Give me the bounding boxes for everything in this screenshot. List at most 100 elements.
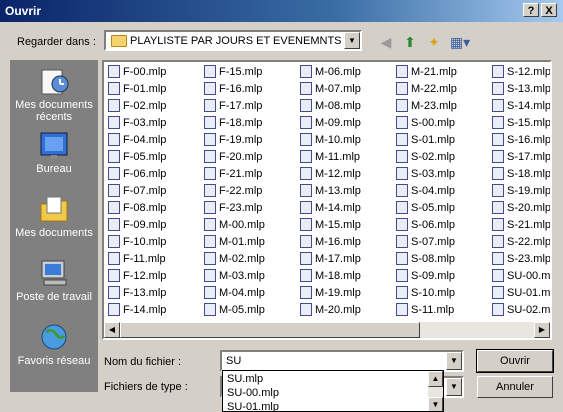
place-recent[interactable]: Mes documents récents [10,66,98,123]
chevron-down-icon[interactable]: ▼ [446,378,462,396]
cancel-button[interactable]: Annuler [477,376,553,398]
file-item[interactable]: M-04.mlp [204,285,265,301]
file-item[interactable]: M-09.mlp [300,115,361,131]
file-item[interactable]: S-23.mlp [492,251,550,267]
help-button[interactable]: ? [523,3,539,17]
file-item[interactable]: S-00.mlp [396,115,455,131]
file-item[interactable]: S-08.mlp [396,251,455,267]
filename-input[interactable]: SU ▼ [220,350,464,372]
autocomplete-item[interactable]: SU-00.mlp [227,387,279,399]
file-item[interactable]: S-02.mlp [396,149,455,165]
file-item[interactable]: M-10.mlp [300,132,361,148]
file-item[interactable]: F-05.mlp [108,149,166,165]
place-my-computer[interactable]: Poste de travail [10,258,98,303]
file-item[interactable]: F-06.mlp [108,166,166,182]
file-item[interactable]: F-11.mlp [108,251,166,267]
file-item[interactable]: M-06.mlp [300,64,361,80]
up-folder-icon[interactable]: ⬆ [400,32,420,52]
file-item[interactable]: M-18.mlp [300,268,361,284]
file-item[interactable]: M-22.mlp [396,81,457,97]
file-item[interactable]: SU-01.mlp [492,285,550,301]
scroll-down-icon[interactable]: ▼ [428,397,443,411]
file-item[interactable]: S-01.mlp [396,132,455,148]
file-item[interactable]: S-14.mlp [492,98,550,114]
file-item[interactable]: F-20.mlp [204,149,262,165]
file-item[interactable]: M-11.mlp [300,149,360,165]
file-item[interactable]: M-21.mlp [396,64,457,80]
file-item[interactable]: S-10.mlp [396,285,455,301]
file-item[interactable]: S-12.mlp [492,64,550,80]
file-item[interactable]: S-05.mlp [396,200,455,216]
file-item[interactable]: M-23.mlp [396,98,457,114]
file-item[interactable]: S-07.mlp [396,234,455,250]
file-item[interactable]: M-08.mlp [300,98,361,114]
file-item[interactable]: S-21.mlp [492,217,550,233]
scroll-right-icon[interactable]: ▶ [534,322,550,338]
file-item[interactable]: S-13.mlp [492,81,550,97]
file-item[interactable]: M-19.mlp [300,285,361,301]
file-item[interactable]: F-02.mlp [108,98,166,114]
close-button[interactable]: X [541,3,557,17]
file-item[interactable]: F-10.mlp [108,234,166,250]
file-item[interactable]: S-16.mlp [492,132,550,148]
file-item[interactable]: SU-00.mlp [492,268,550,284]
back-icon[interactable]: ◀ [376,32,396,52]
file-item[interactable]: S-18.mlp [492,166,550,182]
vertical-scrollbar[interactable]: ▲ ▼ [428,371,443,411]
views-menu-icon[interactable]: ▦▾ [448,32,472,52]
look-in-combo[interactable]: PLAYLISTE PAR JOURS ET EVENEMNTS ▼ [104,30,362,51]
file-item[interactable]: F-21.mlp [204,166,262,182]
file-list[interactable]: F-00.mlp F-01.mlp F-02.mlp F-03.mlp F-04.mlp… [102,60,552,340]
file-item[interactable]: F-19.mlp [204,132,262,148]
file-item[interactable]: M-16.mlp [300,234,361,250]
file-item[interactable]: M-07.mlp [300,81,361,97]
file-item[interactable]: M-03.mlp [204,268,265,284]
scroll-left-icon[interactable]: ◀ [104,322,120,338]
file-item[interactable]: F-13.mlp [108,285,166,301]
autocomplete-item[interactable]: SU-01.mlp [227,401,279,411]
file-item[interactable]: S-20.mlp [492,200,550,216]
place-desktop[interactable]: Bureau [10,130,98,175]
file-item[interactable]: M-13.mlp [300,183,361,199]
file-item[interactable]: S-11.mlp [396,302,454,318]
file-item[interactable]: S-03.mlp [396,166,455,182]
scroll-thumb[interactable] [120,322,420,338]
file-item[interactable]: M-01.mlp [204,234,265,250]
file-item[interactable]: SU-02.mlp [492,302,550,318]
chevron-down-icon[interactable]: ▼ [446,352,462,370]
file-item[interactable]: F-17.mlp [204,98,262,114]
horizontal-scrollbar[interactable]: ◀ ▶ [104,322,550,338]
file-item[interactable]: M-17.mlp [300,251,361,267]
file-item[interactable]: S-04.mlp [396,183,455,199]
file-item[interactable]: M-02.mlp [204,251,265,267]
file-item[interactable]: F-23.mlp [204,200,262,216]
new-folder-icon[interactable]: ✦ [424,32,444,52]
file-item[interactable]: F-03.mlp [108,115,166,131]
file-item[interactable]: M-00.mlp [204,217,265,233]
file-item[interactable]: F-09.mlp [108,217,166,233]
autocomplete-item[interactable]: SU.mlp [227,373,263,385]
file-item[interactable]: F-18.mlp [204,115,262,131]
open-button[interactable]: Ouvrir [476,349,554,373]
file-item[interactable]: F-04.mlp [108,132,166,148]
file-item[interactable]: M-05.mlp [204,302,265,318]
file-item[interactable]: F-01.mlp [108,81,166,97]
file-item[interactable]: M-14.mlp [300,200,361,216]
file-item[interactable]: S-15.mlp [492,115,550,131]
file-item[interactable]: M-15.mlp [300,217,361,233]
place-network[interactable]: Favoris réseau [10,322,98,367]
scroll-up-icon[interactable]: ▲ [428,371,443,387]
file-item[interactable]: F-12.mlp [108,268,166,284]
file-item[interactable]: F-08.mlp [108,200,166,216]
file-item[interactable]: F-00.mlp [108,64,166,80]
file-item[interactable]: F-15.mlp [204,64,262,80]
file-item[interactable]: M-12.mlp [300,166,361,182]
file-item[interactable]: F-22.mlp [204,183,262,199]
file-item[interactable]: F-07.mlp [108,183,166,199]
file-item[interactable]: M-20.mlp [300,302,361,318]
file-item[interactable]: S-06.mlp [396,217,455,233]
chevron-down-icon[interactable]: ▼ [344,32,360,49]
file-item[interactable]: S-22.mlp [492,234,550,250]
file-item[interactable]: F-16.mlp [204,81,262,97]
file-item[interactable]: F-14.mlp [108,302,166,318]
